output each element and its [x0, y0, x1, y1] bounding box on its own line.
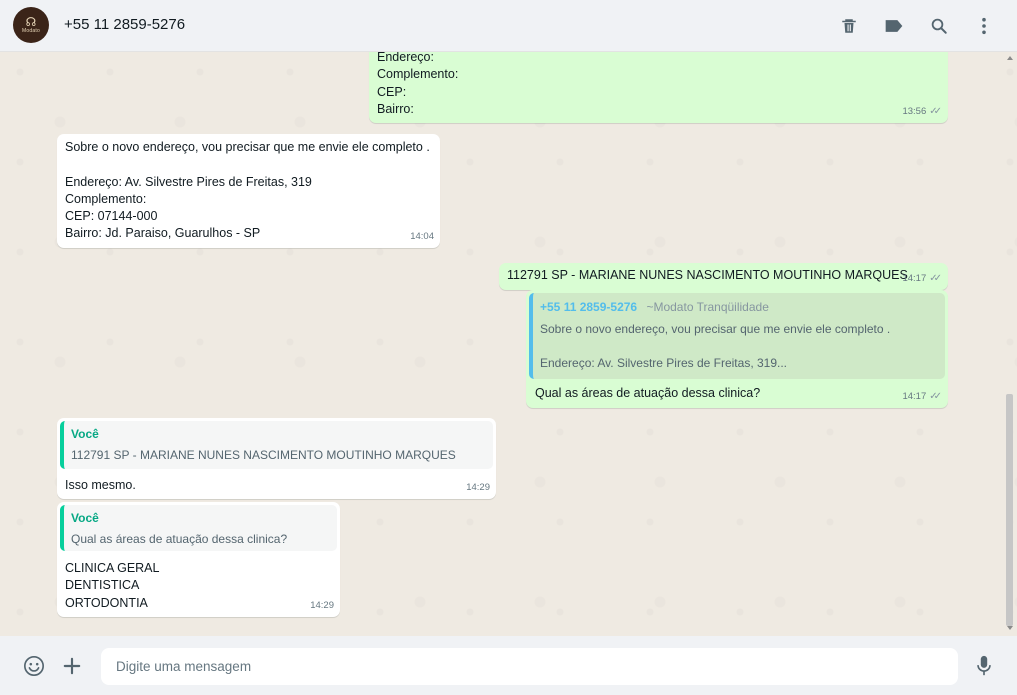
quote-text: Qual as áreas de atuação dessa clinica?: [71, 532, 288, 547]
message-incoming[interactable]: Sobre o novo endereço, vou precisar que …: [57, 134, 440, 248]
message-incoming[interactable]: Você 112791 SP - MARIANE NUNES NASCIMENT…: [57, 418, 496, 499]
message-meta: 14:17 ✓✓: [902, 270, 942, 287]
quote-author: Você: [71, 511, 99, 525]
message-text: Sobre o novo endereço, vou precisar que …: [65, 140, 430, 241]
quoted-message[interactable]: Você Qual as áreas de atuação dessa clin…: [60, 505, 337, 551]
scroll-up-arrow-icon[interactable]: [1007, 56, 1013, 60]
quoted-message[interactable]: +55 11 2859-5276 ~Modato Tranqüilidade S…: [529, 293, 945, 379]
message-outgoing[interactable]: 112791 SP - MARIANE NUNES NASCIMENTO MOU…: [499, 263, 948, 290]
message-outgoing[interactable]: +55 11 2859-5276 ~Modato Tranqüilidade S…: [526, 290, 948, 408]
message-time: 14:17: [902, 272, 927, 284]
message-text: Endereço: Complemento: CEP: Bairro:: [377, 52, 459, 116]
message-meta: 14:29: [310, 597, 334, 614]
quoted-message[interactable]: Você 112791 SP - MARIANE NUNES NASCIMENT…: [60, 421, 493, 469]
scroll-down-arrow-icon[interactable]: [1007, 626, 1013, 630]
message-meta: 13:56 ✓✓: [902, 103, 942, 120]
message-text: 112791 SP - MARIANE NUNES NASCIMENTO MOU…: [507, 268, 908, 282]
message-meta: 14:29: [466, 479, 490, 496]
quote-author-alias: ~Modato Tranqüilidade: [646, 300, 769, 314]
contact-name[interactable]: +55 11 2859-5276: [64, 16, 185, 33]
delete-icon[interactable]: [837, 14, 861, 38]
emoji-icon[interactable]: [21, 653, 47, 679]
message-time: 13:56: [902, 105, 927, 117]
message-input[interactable]: [101, 648, 958, 685]
quote-text: Sobre o novo endereço, vou precisar que …: [540, 322, 891, 371]
avatar[interactable]: ☊ Modato: [13, 7, 49, 43]
read-check-icon: ✓✓: [929, 272, 942, 284]
message-meta: 14:17 ✓✓: [902, 388, 942, 405]
message-meta: 14:04: [410, 228, 434, 245]
message-text: Isso mesmo.: [65, 478, 136, 492]
tooth-logo-icon: ☊: [25, 15, 37, 29]
avatar-logo-text: Modato: [22, 28, 40, 34]
message-text: Qual as áreas de atuação dessa clinica?: [535, 386, 761, 400]
compose-bar: [0, 636, 1017, 695]
plus-icon[interactable]: [59, 653, 85, 679]
more-vertical-icon[interactable]: [972, 14, 996, 38]
microphone-icon[interactable]: [971, 653, 997, 679]
message-time: 14:29: [466, 481, 490, 493]
label-icon[interactable]: [882, 14, 906, 38]
read-check-icon: ✓✓: [929, 390, 942, 402]
message-time: 14:29: [310, 599, 334, 611]
quote-author: Você: [71, 427, 99, 441]
message-time: 14:17: [902, 390, 927, 402]
message-time: 14:04: [410, 230, 434, 242]
scrollbar-thumb[interactable]: [1006, 394, 1013, 626]
read-check-icon: ✓✓: [929, 105, 942, 117]
search-icon[interactable]: [927, 14, 951, 38]
conversation-panel[interactable]: Endereço: Complemento: CEP: Bairro: 13:5…: [0, 52, 1017, 636]
chat-header: ☊ Modato +55 11 2859-5276: [0, 0, 1017, 52]
message-incoming[interactable]: Você Qual as áreas de atuação dessa clin…: [57, 502, 340, 617]
quote-text: 112791 SP - MARIANE NUNES NASCIMENTO MOU…: [71, 448, 456, 463]
message-text: CLINICA GERAL DENTISTICA ORTODONTIA: [65, 561, 160, 610]
quote-author: +55 11 2859-5276: [540, 300, 638, 314]
message-outgoing[interactable]: Endereço: Complemento: CEP: Bairro: 13:5…: [369, 52, 948, 123]
